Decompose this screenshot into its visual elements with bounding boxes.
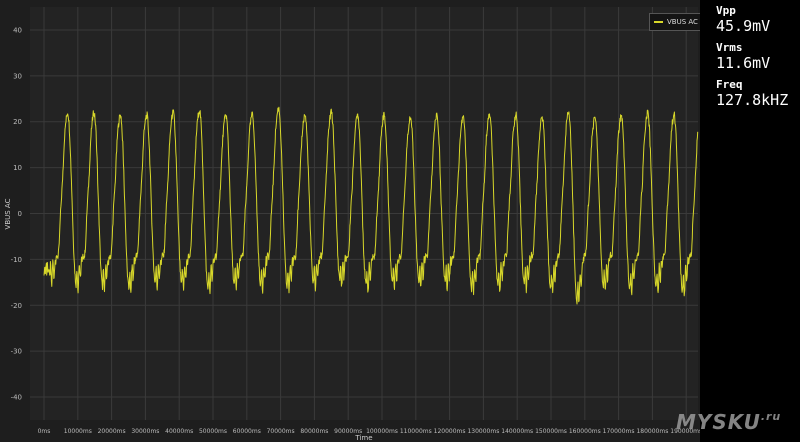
freq-readout: Freq 127.8kHZ [716, 78, 788, 109]
y-tick-label: 0 [18, 210, 22, 218]
vrms-label: Vrms [716, 41, 743, 54]
vrms-value: 11.6mV [716, 54, 771, 72]
x-tick-label: 80000ms [300, 428, 328, 435]
y-axis-label: VBUS AC [4, 198, 12, 229]
series-line-vbus-ac [43, 106, 699, 305]
x-tick-label: 50000ms [199, 428, 227, 435]
freq-value: 127.8kHZ [716, 91, 789, 109]
vpp-value: 45.9mV [716, 17, 771, 35]
vpp-readout: Vpp 45.9mV [716, 4, 770, 35]
watermark-logo: MYSKU.ru [676, 410, 781, 434]
x-tick-label: 70000ms [267, 428, 295, 435]
x-tick-label: 120000ms [434, 428, 466, 435]
x-tick-label: 60000ms [233, 428, 261, 435]
x-tick-label: 0ms [38, 428, 51, 435]
watermark-text: MYSKU [676, 410, 761, 434]
waveform-chart: 40 30 20 10 0 -10 -20 -30 -40 0ms 10000ms 20000ms 3… [4, 7, 700, 442]
x-tick-label: 40000ms [165, 428, 193, 435]
measurement-panel: Vpp 45.9mV Vrms 11.6mV Freq 127.8kHZ [700, 0, 800, 442]
y-tick-label: 10 [13, 164, 22, 172]
y-tick-label: -40 [11, 394, 22, 402]
legend: VBUS AC [649, 13, 705, 31]
x-tick-label: 10000ms [64, 428, 92, 435]
y-tick-label: -10 [11, 256, 22, 264]
x-tick-label: 30000ms [131, 428, 159, 435]
legend-swatch [654, 21, 663, 23]
vrms-readout: Vrms 11.6mV [716, 41, 770, 72]
x-axis-label: Time [354, 434, 372, 442]
x-tick-label: 110000ms [400, 428, 432, 435]
x-tick-label: 170000ms [603, 428, 635, 435]
x-tick-label: 160000ms [569, 428, 601, 435]
x-tick-label: 180000ms [636, 428, 668, 435]
y-tick-label: 40 [13, 26, 22, 34]
x-tick-label: 20000ms [98, 428, 126, 435]
y-tick-label: -20 [11, 302, 22, 310]
vpp-label: Vpp [716, 4, 736, 17]
y-tick-label: -30 [11, 348, 22, 356]
freq-label: Freq [716, 78, 743, 91]
y-tick-label: 30 [13, 72, 22, 80]
x-tick-label: 130000ms [467, 428, 499, 435]
watermark-suffix: .ru [760, 410, 782, 423]
y-tick-label: 20 [13, 118, 22, 126]
legend-entry-vbus-ac: VBUS AC [667, 18, 698, 26]
x-tick-label: 150000ms [535, 428, 567, 435]
x-tick-label: 140000ms [501, 428, 533, 435]
